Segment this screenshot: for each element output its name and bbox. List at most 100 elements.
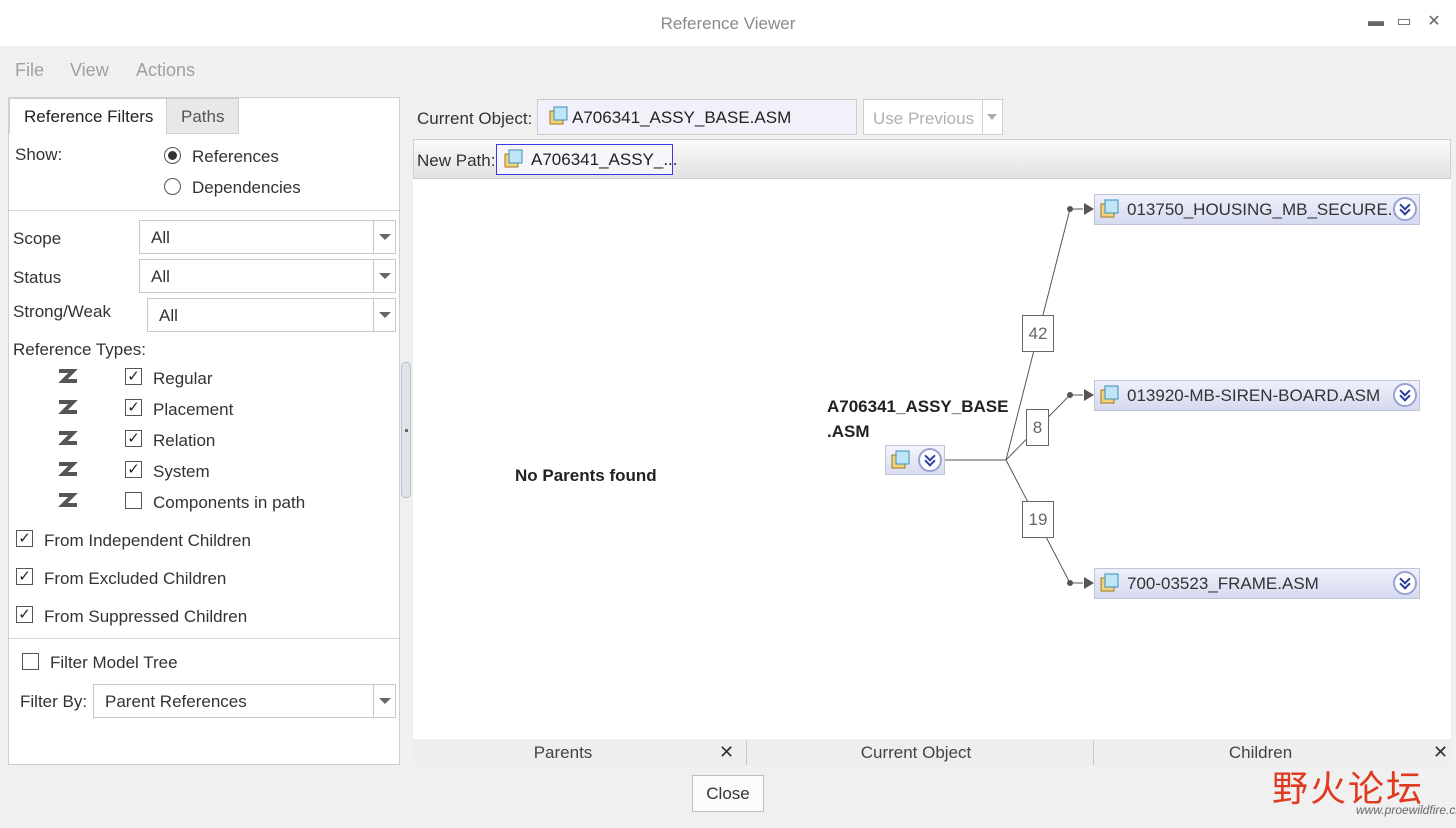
tab-paths[interactable]: Paths: [166, 98, 240, 134]
center-object-name: A706341_ASSY_BASE .ASM: [827, 394, 1008, 444]
child-node[interactable]: 700-03523_FRAME.ASM: [1094, 568, 1420, 599]
close-button[interactable]: Close: [692, 775, 764, 812]
checkbox-relation[interactable]: ✓: [125, 430, 142, 447]
status-value: All: [151, 267, 170, 286]
child-node-name: 013750_HOUSING_MB_SECURE...: [1127, 200, 1402, 219]
panel-splitter[interactable]: [401, 362, 411, 498]
strong-weak-label: Strong/Weak: [13, 302, 111, 321]
checkbox-components-in-path[interactable]: [125, 492, 142, 509]
connector-dot: [1067, 206, 1073, 212]
assembly-icon: [549, 106, 568, 125]
regular-label: Regular: [153, 369, 213, 388]
excluded-children-label: From Excluded Children: [44, 569, 227, 588]
divider: [9, 638, 399, 639]
assembly-icon: [504, 149, 523, 168]
chevron-down-icon: [373, 260, 395, 292]
arrow-head: [1084, 203, 1094, 215]
checkbox-placement[interactable]: ✓: [125, 399, 142, 416]
suppressed-children-label: From Suppressed Children: [44, 607, 248, 626]
filter-by-select[interactable]: Parent References: [93, 684, 396, 718]
status-label: Status: [13, 268, 62, 287]
show-label: Show:: [15, 145, 63, 164]
assembly-icon: [1100, 573, 1119, 592]
no-parents-message: No Parents found: [515, 466, 657, 485]
components-in-path-label: Components in path: [153, 493, 306, 512]
checkbox-system[interactable]: ✓: [125, 461, 142, 478]
placement-label: Placement: [153, 400, 234, 419]
child-count-badge: 42: [1022, 315, 1054, 352]
current-object-value: A706341_ASSY_BASE.ASM: [572, 108, 792, 127]
menu-bar: File View Actions: [0, 46, 1456, 92]
checkbox-regular[interactable]: ✓: [125, 368, 142, 385]
status-select[interactable]: All: [139, 259, 396, 293]
checkbox-suppressed-children[interactable]: ✓: [16, 606, 33, 623]
maximize-icon[interactable]: ▭: [1392, 10, 1416, 34]
expand-icon[interactable]: [1393, 571, 1417, 595]
scope-value: All: [151, 228, 170, 247]
filter-by-value: Parent References: [105, 692, 247, 711]
menu-actions[interactable]: Actions: [136, 60, 195, 81]
chevron-down-icon: [373, 685, 395, 717]
reference-type-icon: [58, 400, 78, 414]
references-label: References: [192, 147, 279, 166]
close-parents-icon[interactable]: ✕: [719, 739, 734, 766]
radio-dependencies[interactable]: [164, 178, 181, 195]
child-node[interactable]: 013920-MB-SIREN-BOARD.ASM: [1094, 380, 1420, 411]
background-strip: [0, 816, 1456, 828]
child-count-badge: 19: [1022, 501, 1054, 538]
menu-file[interactable]: File: [15, 60, 44, 81]
close-window-icon[interactable]: ✕: [1422, 10, 1446, 34]
child-node-name: 700-03523_FRAME.ASM: [1127, 574, 1319, 593]
expand-icon[interactable]: [1393, 383, 1417, 407]
tab-current-object[interactable]: Current Object: [747, 739, 1085, 766]
watermark-url: www.proewildfire.cn: [1356, 803, 1456, 817]
child-count-badge: 8: [1026, 409, 1049, 446]
minimize-icon[interactable]: ▬: [1364, 10, 1388, 34]
center-object-node[interactable]: [885, 445, 945, 475]
watermark: 野火论坛 www.proewildfire.cn: [1268, 746, 1456, 826]
new-path-value: A706341_ASSY_...: [531, 150, 678, 169]
child-node-name: 013920-MB-SIREN-BOARD.ASM: [1127, 386, 1381, 405]
reference-graph-canvas[interactable]: No Parents found A706341_ASSY_BASE .ASM …: [413, 179, 1451, 739]
assembly-icon: [891, 450, 910, 469]
child-node[interactable]: 013750_HOUSING_MB_SECURE...: [1094, 194, 1420, 225]
arrow-head: [1084, 389, 1094, 401]
reference-type-icon: [58, 462, 78, 476]
use-previous-button[interactable]: Use Previous: [863, 99, 1003, 135]
reference-types-label: Reference Types:: [13, 340, 146, 359]
chevron-down-icon: [373, 299, 395, 331]
strong-weak-value: All: [159, 306, 178, 325]
arrow-head: [1084, 577, 1094, 589]
chevron-down-icon: [373, 221, 395, 253]
filter-by-label: Filter By:: [20, 692, 88, 711]
reference-type-icon: [58, 493, 78, 507]
expand-icon[interactable]: [1393, 197, 1417, 221]
system-label: System: [153, 462, 210, 481]
new-path-item[interactable]: A706341_ASSY_...: [496, 144, 678, 175]
scope-label: Scope: [13, 229, 62, 248]
menu-view[interactable]: View: [70, 60, 109, 81]
current-object-label: Current Object:: [417, 109, 533, 128]
current-object-field[interactable]: A706341_ASSY_BASE.ASM: [537, 99, 857, 135]
checkbox-excluded-children[interactable]: ✓: [16, 568, 33, 585]
use-previous-label: Use Previous: [873, 109, 975, 128]
center-object-name-line2: .ASM: [827, 422, 870, 441]
relation-label: Relation: [153, 431, 216, 450]
strong-weak-select[interactable]: All: [147, 298, 396, 332]
checkbox-independent-children[interactable]: ✓: [16, 530, 33, 547]
connector-dot: [1067, 580, 1073, 586]
expand-icon[interactable]: [918, 448, 942, 472]
reference-type-icon: [58, 369, 78, 383]
assembly-icon: [1100, 199, 1119, 218]
path-bar: New Path: A706341_ASSY_...: [413, 139, 1451, 179]
independent-children-label: From Independent Children: [44, 531, 251, 550]
tab-parents[interactable]: Parents: [413, 739, 713, 766]
chevron-down-icon[interactable]: [982, 100, 1002, 134]
filter-model-tree-label: Filter Model Tree: [50, 653, 178, 672]
tab-reference-filters[interactable]: Reference Filters: [9, 98, 169, 134]
radio-references[interactable]: [164, 147, 181, 164]
window-title: Reference Viewer: [660, 14, 796, 33]
center-object-name-line1: A706341_ASSY_BASE: [827, 397, 1009, 416]
checkbox-filter-model-tree[interactable]: [22, 653, 39, 670]
scope-select[interactable]: All: [139, 220, 396, 254]
